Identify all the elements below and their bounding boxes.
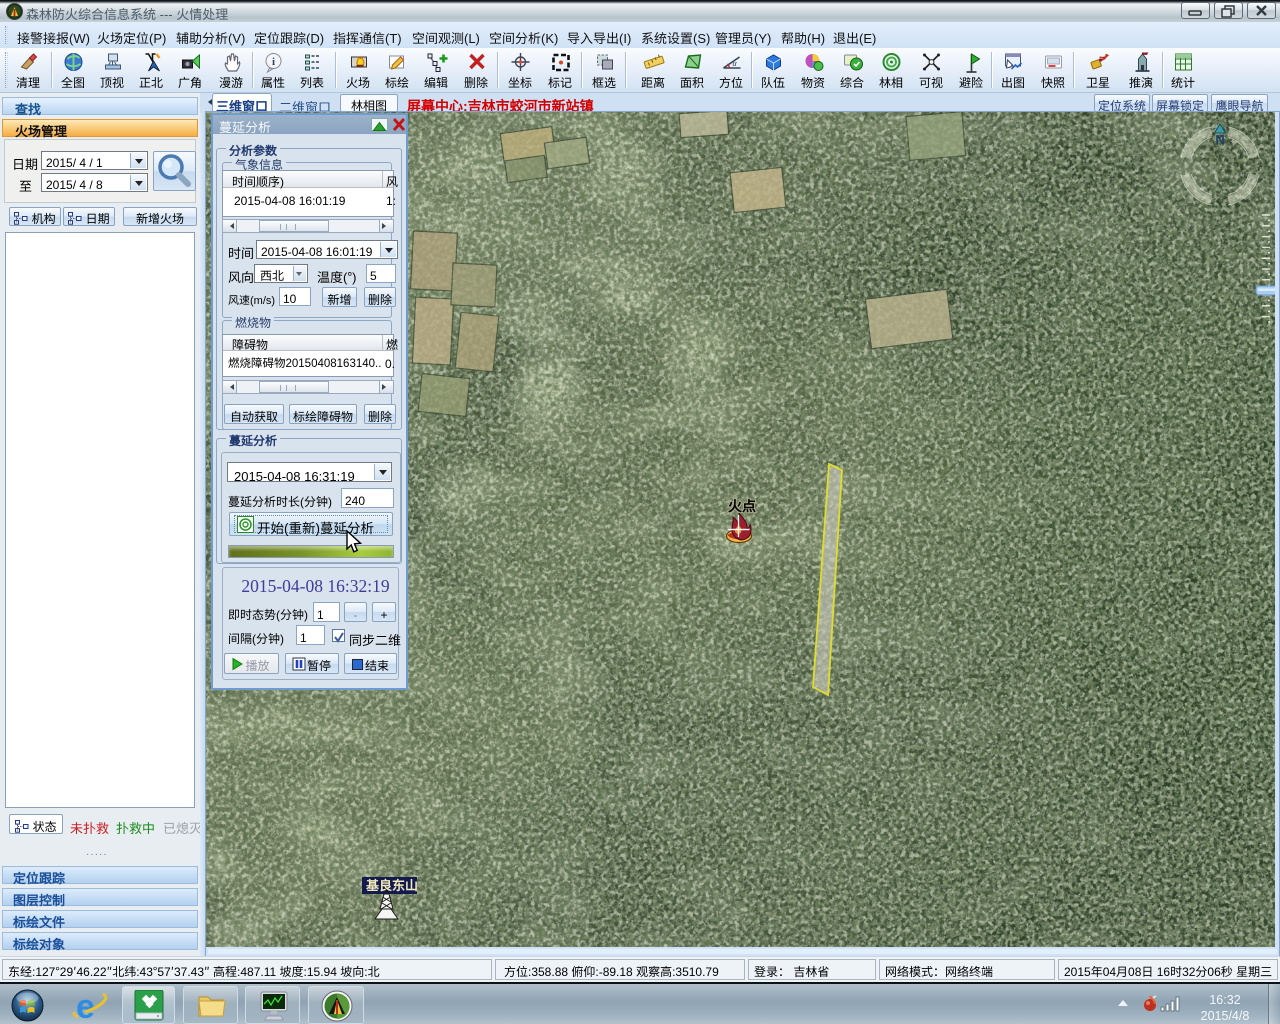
- svg-text:基良东山: 基良东山: [365, 875, 418, 894]
- svg-text:α: α: [732, 59, 737, 68]
- svg-text:i: i: [271, 56, 274, 68]
- svg-text:火点: 火点: [728, 496, 756, 516]
- svg-text:e: e: [76, 988, 95, 1024]
- svg-text:N: N: [1215, 129, 1224, 148]
